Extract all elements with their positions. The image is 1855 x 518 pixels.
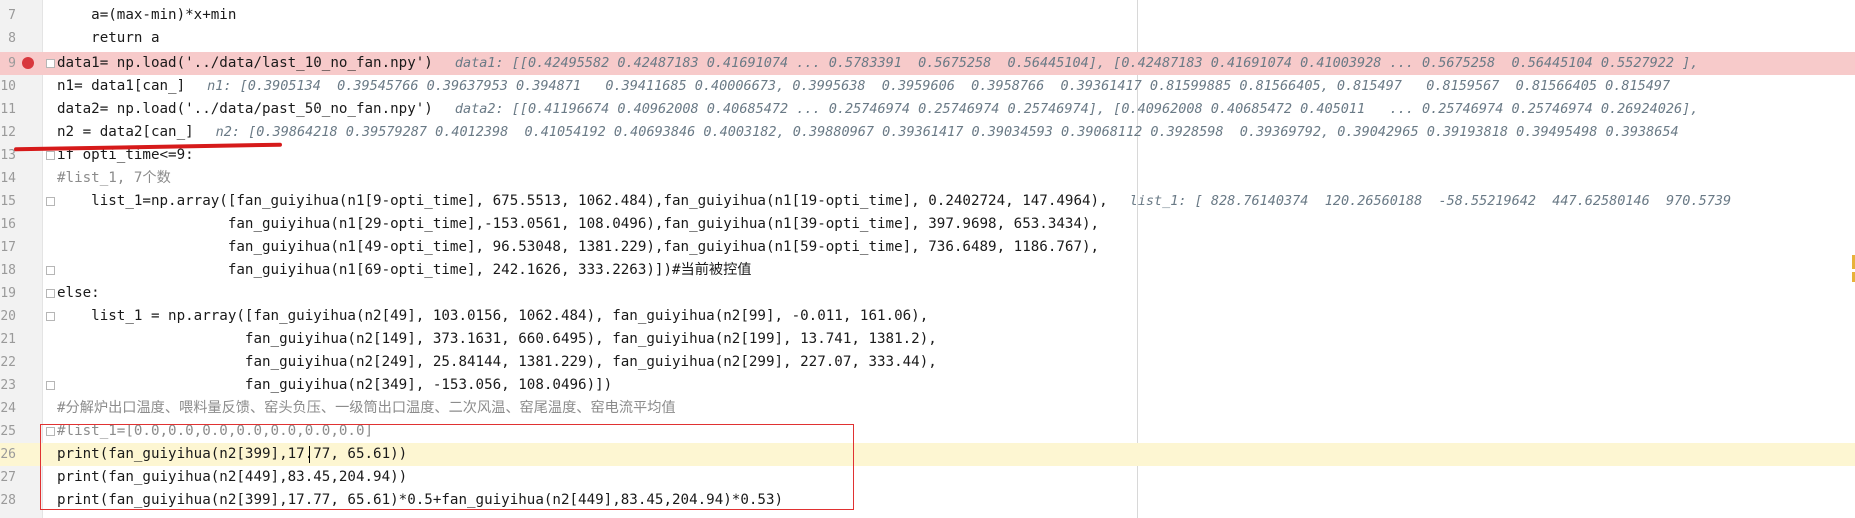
code-content[interactable]: fan_guiyihua(n2[349], -153.056, 108.0496… <box>57 377 612 393</box>
code-line[interactable]: 24 #分解炉出口温度、喂料量反馈、窑头负压、一级筒出口温度、二次风温、窑尾温度… <box>0 397 1855 420</box>
fold-marker-icon[interactable] <box>46 312 55 321</box>
line-number: 19 <box>0 286 16 301</box>
line-number: 11 <box>0 102 16 117</box>
line-number: 27 <box>0 470 16 485</box>
code-content[interactable]: data1= np.load('../data/last_10_no_fan.n… <box>57 55 433 71</box>
fold-marker-icon[interactable] <box>46 381 55 390</box>
inline-debug-value: data1: [[0.42495582 0.42487183 0.4169107… <box>454 55 1699 71</box>
inline-debug-value: list_1: [ 828.76140374 120.26560188 -58.… <box>1129 193 1732 209</box>
fold-marker-icon[interactable] <box>46 59 55 68</box>
fold-marker-icon[interactable] <box>46 289 55 298</box>
line-number: 22 <box>0 355 16 370</box>
line-number: 16 <box>0 217 16 232</box>
code-line[interactable]: 14 #list_1, 7个数 <box>0 167 1855 190</box>
code-content[interactable]: fan_guiyihua(n1[49-opti_time], 96.53048,… <box>57 239 1099 255</box>
code-content[interactable]: #list_1, 7个数 <box>57 170 171 186</box>
inline-debug-value: n2: [0.39864218 0.39579287 0.4012398 0.4… <box>215 124 1679 140</box>
fold-marker-icon[interactable] <box>46 151 55 160</box>
line-number: 10 <box>0 79 16 94</box>
code-text[interactable]: fan_guiyihua(n1[69-opti_time], 242.1626,… <box>57 259 752 282</box>
line-number: 26 <box>0 447 16 462</box>
code-line-breakpoint[interactable]: 9 data1= np.load('../data/last_10_no_fan… <box>0 52 1855 75</box>
code-line[interactable]: 12 n2 = data2[can_] n2: [0.39864218 0.395… <box>0 121 1855 144</box>
code-content[interactable]: #分解炉出口温度、喂料量反馈、窑头负压、一级筒出口温度、二次风温、窑尾温度、窑电… <box>57 400 676 416</box>
code-content[interactable]: n1= data1[can_] <box>57 78 185 94</box>
code-content[interactable]: fan_guiyihua(n1[29-opti_time],-153.0561,… <box>57 216 1099 232</box>
breakpoint-icon[interactable] <box>22 57 34 69</box>
line-number: 23 <box>0 378 16 393</box>
line-number: 9 <box>8 56 16 71</box>
code-content[interactable]: return a <box>57 30 159 46</box>
line-number: 24 <box>0 401 16 416</box>
code-line[interactable]: 16 fan_guiyihua(n1[29-opti_time],-153.05… <box>0 213 1855 236</box>
code-line[interactable]: 10 n1= data1[can_] n1: [0.3905134 0.39545… <box>0 75 1855 98</box>
line-number: 12 <box>0 125 16 140</box>
red-box-annotation <box>40 424 854 510</box>
inline-debug-value: data2: [[0.41196674 0.40962008 0.4068547… <box>454 101 1699 117</box>
line-number: 20 <box>0 309 16 324</box>
code-text[interactable]: data1= np.load('../data/last_10_no_fan.n… <box>57 52 1698 75</box>
line-number: 7 <box>8 8 16 23</box>
code-line[interactable]: 18 fan_guiyihua(n1[69-opti_time], 242.16… <box>0 259 1855 282</box>
code-text[interactable]: n1= data1[can_] n1: [0.3905134 0.39545766… <box>57 75 1670 98</box>
code-content[interactable]: fan_guiyihua(n1[69-opti_time], 242.1626,… <box>57 262 752 278</box>
code-text[interactable]: list_1=np.array([fan_guiyihua(n1[9-opti_… <box>57 190 1731 213</box>
line-number: 14 <box>0 171 16 186</box>
code-text[interactable]: fan_guiyihua(n1[49-opti_time], 96.53048,… <box>57 236 1099 259</box>
fold-marker-icon[interactable] <box>46 197 55 206</box>
code-content[interactable]: a=(max-min)*x+min <box>57 7 236 23</box>
line-number: 15 <box>0 194 16 209</box>
fold-marker-icon[interactable] <box>46 266 55 275</box>
code-line[interactable]: 15 list_1=np.array([fan_guiyihua(n1[9-op… <box>0 190 1855 213</box>
code-content[interactable]: else: <box>57 285 100 301</box>
code-text[interactable]: fan_guiyihua(n1[29-opti_time],-153.0561,… <box>57 213 1099 236</box>
code-text[interactable]: fan_guiyihua(n2[149], 373.1631, 660.6495… <box>57 328 937 351</box>
code-content[interactable]: n2 = data2[can_] <box>57 124 194 140</box>
code-content[interactable]: list_1 = np.array([fan_guiyihua(n2[49], … <box>57 308 928 324</box>
code-line[interactable]: 20 list_1 = np.array([fan_guiyihua(n2[49… <box>0 305 1855 328</box>
code-content[interactable]: data2= np.load('../data/past_50_no_fan.n… <box>57 101 433 117</box>
code-line[interactable]: 17 fan_guiyihua(n1[49-opti_time], 96.530… <box>0 236 1855 259</box>
code-line[interactable]: 21 fan_guiyihua(n2[149], 373.1631, 660.6… <box>0 328 1855 351</box>
code-content[interactable]: list_1=np.array([fan_guiyihua(n1[9-opti_… <box>57 193 1107 209</box>
line-number: 17 <box>0 240 16 255</box>
code-comment[interactable]: #list_1, 7个数 <box>57 167 171 190</box>
code-line[interactable]: 11 data2= np.load('../data/past_50_no_fa… <box>0 98 1855 121</box>
code-text[interactable]: else: <box>57 282 100 305</box>
code-line[interactable]: 23 fan_guiyihua(n2[349], -153.056, 108.0… <box>0 374 1855 397</box>
code-content[interactable]: fan_guiyihua(n2[249], 25.84144, 1381.229… <box>57 354 937 370</box>
code-text[interactable]: fan_guiyihua(n2[249], 25.84144, 1381.229… <box>57 351 937 374</box>
code-text[interactable]: fan_guiyihua(n2[349], -153.056, 108.0496… <box>57 374 612 397</box>
code-text[interactable]: list_1 = np.array([fan_guiyihua(n2[49], … <box>57 305 928 328</box>
code-line[interactable]: 19 else: <box>0 282 1855 305</box>
code-line[interactable]: 7 a=(max-min)*x+min <box>0 4 1855 27</box>
line-number: 25 <box>0 424 16 439</box>
line-number: 18 <box>0 263 16 278</box>
code-text[interactable]: a=(max-min)*x+min <box>57 4 236 27</box>
code-text[interactable]: data2= np.load('../data/past_50_no_fan.n… <box>57 98 1698 121</box>
inline-debug-value: n1: [0.3905134 0.39545766 0.39637953 0.3… <box>207 78 1671 94</box>
code-content[interactable]: fan_guiyihua(n2[149], 373.1631, 660.6495… <box>57 331 937 347</box>
code-line[interactable]: 22 fan_guiyihua(n2[249], 25.84144, 1381.… <box>0 351 1855 374</box>
line-number: 28 <box>0 493 16 508</box>
code-editor[interactable]: 7 a=(max-min)*x+min 8 return a 9 data1= … <box>0 0 1855 518</box>
code-line[interactable]: 8 return a <box>0 27 1855 50</box>
line-number: 21 <box>0 332 16 347</box>
code-line[interactable]: 13 if opti_time<=9: <box>0 144 1855 167</box>
code-text[interactable]: return a <box>57 27 159 50</box>
code-comment[interactable]: #分解炉出口温度、喂料量反馈、窑头负压、一级筒出口温度、二次风温、窑尾温度、窑电… <box>57 397 676 420</box>
code-text[interactable]: n2 = data2[can_] n2: [0.39864218 0.395792… <box>57 121 1679 144</box>
line-number: 8 <box>8 31 16 46</box>
